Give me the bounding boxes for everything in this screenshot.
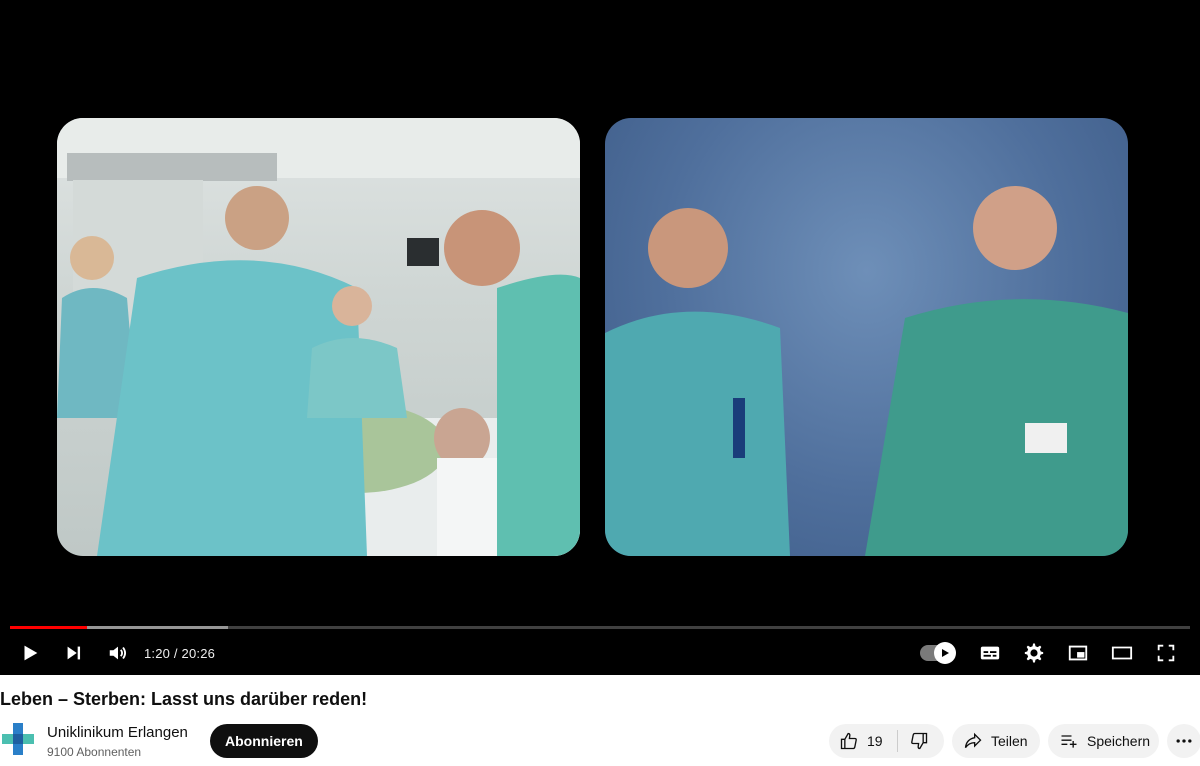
subtitles-button[interactable] xyxy=(968,634,1012,672)
fullscreen-icon xyxy=(1157,644,1175,662)
miniplayer-button[interactable] xyxy=(1056,634,1100,672)
volume-button[interactable] xyxy=(96,634,140,672)
share-arrow-icon xyxy=(964,732,982,749)
volume-icon xyxy=(109,646,127,660)
more-horizontal-icon xyxy=(1176,739,1192,743)
theater-mode-button[interactable] xyxy=(1100,634,1144,672)
thumbs-up-icon xyxy=(840,732,857,750)
more-actions-button[interactable] xyxy=(1167,724,1200,758)
uniklinikum-logo-icon xyxy=(2,723,34,755)
like-dislike-group: 19 xyxy=(829,724,944,758)
next-button[interactable] xyxy=(52,634,96,672)
subscriber-count: 9100 Abonnenten xyxy=(47,745,142,759)
share-button[interactable]: Teilen xyxy=(952,724,1040,758)
next-icon xyxy=(67,646,81,660)
video-progress-bar[interactable] xyxy=(10,626,1190,629)
video-frame-interview xyxy=(605,118,1128,556)
play-button[interactable] xyxy=(8,634,52,672)
autoplay-toggle[interactable] xyxy=(912,634,968,672)
subtitles-icon xyxy=(980,646,1000,660)
time-display: 1:20 / 20:26 xyxy=(144,645,216,661)
fullscreen-button[interactable] xyxy=(1144,634,1188,672)
share-label: Teilen xyxy=(991,733,1028,749)
subscribe-button[interactable]: Abonnieren xyxy=(210,724,318,758)
video-title: Leben – Sterben: Lasst uns darüber reden… xyxy=(0,689,368,709)
player-controls: 1:20 / 20:26 xyxy=(0,634,1200,672)
played-bar xyxy=(10,626,87,629)
theater-mode-icon xyxy=(1111,646,1133,660)
autoplay-toggle-icon xyxy=(920,642,956,664)
video-player[interactable]: 1:20 / 20:26 xyxy=(0,0,1200,675)
like-button[interactable]: 19 xyxy=(829,724,883,758)
like-count: 19 xyxy=(867,733,883,749)
miniplayer-icon xyxy=(1068,645,1088,661)
channel-name[interactable]: Uniklinikum Erlangen xyxy=(47,724,188,741)
settings-button[interactable] xyxy=(1012,634,1056,672)
thumbs-down-icon xyxy=(910,732,927,750)
save-label: Speichern xyxy=(1087,733,1151,749)
channel-row: Uniklinikum Erlangen 9100 Abonnenten Abo… xyxy=(0,718,1200,762)
dislike-button[interactable] xyxy=(898,724,929,758)
playlist-add-icon xyxy=(1061,735,1077,748)
video-frame-hospital-scene xyxy=(57,118,580,556)
channel-avatar[interactable] xyxy=(0,721,36,757)
save-button[interactable]: Speichern xyxy=(1048,724,1159,758)
settings-gear-icon xyxy=(1024,643,1044,663)
play-icon xyxy=(24,645,38,661)
